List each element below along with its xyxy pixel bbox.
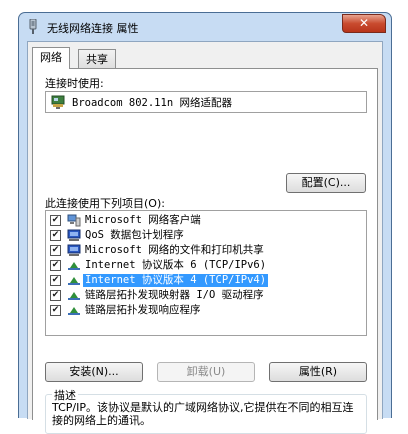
item-label: Microsoft 网络的文件和打印机共享: [85, 244, 264, 256]
items-label: 此连接使用下列项目(O):: [45, 197, 165, 210]
list-item-selected[interactable]: ✔ Internet 协议版本 4 (TCP/IPv4): [46, 273, 366, 288]
item-label: QoS 数据包计划程序: [85, 229, 184, 241]
list-item[interactable]: ✔ QoS 数据包计划程序: [46, 228, 366, 243]
protocol-icon: [67, 274, 81, 287]
file-print-sharing-icon: [67, 244, 81, 257]
close-button[interactable]: ✕: [342, 14, 386, 33]
item-checkbox[interactable]: ✔: [50, 305, 61, 316]
list-item[interactable]: ✔ Microsoft 网络的文件和打印机共享: [46, 243, 366, 258]
tab-sharing[interactable]: 共享: [78, 49, 116, 70]
network-card-icon: [51, 95, 65, 109]
tab-sharing-label: 共享: [86, 53, 108, 66]
item-checkbox[interactable]: ✔: [50, 275, 61, 286]
tab-panel-network: 连接时使用: Broadcom 802.11n 网络适配器 配置(C)... 此…: [32, 68, 378, 434]
item-label: Internet 协议版本 4 (TCP/IPv4): [83, 274, 269, 287]
item-label: 链路层拓扑发现映射器 I/O 驱动程序: [85, 289, 264, 301]
connect-using-label: 连接时使用:: [45, 77, 104, 90]
qos-scheduler-icon: [67, 229, 81, 242]
item-checkbox[interactable]: ✔: [50, 245, 61, 256]
list-item[interactable]: ✔ 链路层拓扑发现映射器 I/O 驱动程序: [46, 288, 366, 303]
item-label: Microsoft 网络客户端: [85, 214, 201, 226]
item-label: Internet 协议版本 6 (TCP/IPv6): [85, 259, 267, 271]
network-adapter-icon: [27, 18, 39, 35]
item-checkbox[interactable]: ✔: [50, 215, 61, 226]
window-title: 无线网络连接 属性: [47, 22, 139, 35]
adapter-field: Broadcom 802.11n 网络适配器: [45, 91, 367, 113]
list-item[interactable]: ✔ Internet 协议版本 6 (TCP/IPv6): [46, 258, 366, 273]
list-item[interactable]: ✔ 链路层拓扑发现响应程序: [46, 303, 366, 318]
uninstall-button[interactable]: 卸载(U): [157, 362, 255, 382]
close-icon: ✕: [358, 16, 370, 30]
install-button[interactable]: 安装(N)...: [45, 362, 143, 382]
adapter-name: Broadcom 802.11n 网络适配器: [72, 97, 232, 109]
configure-button[interactable]: 配置(C)...: [286, 173, 366, 193]
protocol-icon: [67, 304, 81, 317]
tab-network[interactable]: 网络: [32, 47, 70, 69]
item-checkbox[interactable]: ✔: [50, 230, 61, 241]
properties-dialog: 无线网络连接 属性 ✕ 网络 共享 连接时使用: Broadcom 802.11…: [18, 12, 392, 434]
dialog-client: 网络 共享 连接时使用: Broadcom 802.11n 网络适配器 配置(C…: [27, 41, 383, 434]
item-label: 链路层拓扑发现响应程序: [85, 304, 201, 316]
properties-button[interactable]: 属性(R): [269, 362, 367, 382]
description-text: TCP/IP。该协议是默认的广域网络协议,它提供在不同的相互连接的网络上的通讯。: [52, 401, 354, 427]
description-group: 描述 TCP/IP。该协议是默认的广域网络协议,它提供在不同的相互连接的网络上的…: [45, 387, 367, 434]
protocol-icon: [67, 289, 81, 302]
item-checkbox[interactable]: ✔: [50, 290, 61, 301]
item-checkbox[interactable]: ✔: [50, 260, 61, 271]
tab-network-label: 网络: [40, 51, 62, 64]
list-item[interactable]: ✔ Microsoft 网络客户端: [46, 213, 366, 228]
network-client-icon: [67, 214, 81, 227]
title-bar[interactable]: 无线网络连接 属性 ✕: [19, 13, 391, 41]
items-list[interactable]: ✔ Microsoft 网络客户端 ✔ QoS 数据包计划程序 ✔ Micros…: [45, 210, 367, 336]
protocol-icon: [67, 259, 81, 272]
